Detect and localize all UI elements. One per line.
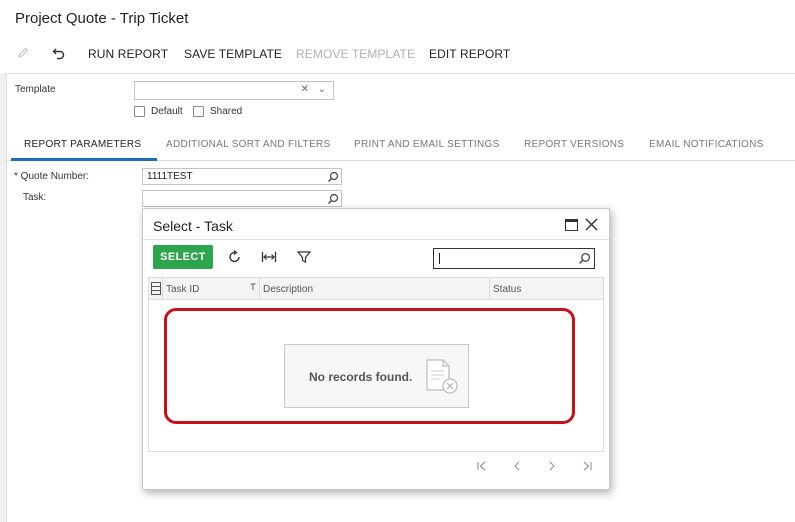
column-settings-icon[interactable] (151, 282, 161, 295)
task-field[interactable] (142, 190, 342, 207)
tab-report-versions[interactable]: REPORT VERSIONS (524, 139, 624, 150)
page-title: Project Quote - Trip Ticket (15, 10, 189, 27)
template-combo[interactable]: ✕ ⌄ (134, 81, 334, 100)
shared-checkbox[interactable] (193, 106, 204, 117)
column-divider[interactable] (259, 278, 260, 300)
col-status[interactable]: Status (493, 284, 521, 295)
dialog-title: Select - Task (153, 218, 233, 234)
task-grid: Task ID Description Status No records fo… (148, 277, 604, 452)
active-tab-indicator (11, 158, 157, 161)
search-icon[interactable] (327, 171, 339, 183)
clear-icon[interactable]: ✕ ⌄ (300, 84, 329, 95)
next-page-icon[interactable] (545, 459, 559, 473)
undo-icon[interactable] (51, 45, 67, 61)
sort-asc-icon[interactable] (250, 283, 256, 291)
search-icon[interactable] (578, 252, 591, 265)
toolbar: RUN REPORT SAVE TEMPLATE REMOVE TEMPLATE… (0, 42, 795, 66)
header-area: Project Quote - Trip Ticket RUN REPORT S… (0, 0, 795, 73)
report-tabs: REPORT PARAMETERS ADDITIONAL SORT AND FI… (7, 131, 795, 161)
dialog-separator (143, 239, 609, 240)
prev-page-icon[interactable] (510, 459, 524, 473)
filter-icon[interactable] (296, 249, 312, 265)
save-template-button[interactable]: SAVE TEMPLATE (184, 47, 282, 61)
tab-email-notifications[interactable]: EMAIL NOTIFICATIONS (649, 139, 764, 150)
task-label: Task: (23, 192, 47, 203)
empty-document-icon (426, 359, 458, 394)
default-label: Default (151, 106, 183, 117)
col-description[interactable]: Description (263, 284, 313, 295)
first-page-icon[interactable] (475, 459, 489, 473)
tab-additional-sort-filters[interactable]: ADDITIONAL SORT AND FILTERS (166, 139, 330, 150)
grid-header: Task ID Description Status (149, 278, 603, 300)
quote-number-value: 1111TEST (147, 171, 193, 182)
no-records-panel: No records found. (284, 344, 469, 408)
select-button[interactable]: SELECT (153, 245, 213, 269)
refresh-icon[interactable] (227, 249, 243, 265)
tab-report-parameters[interactable]: REPORT PARAMETERS (24, 139, 141, 150)
last-page-icon[interactable] (580, 459, 594, 473)
default-checkbox[interactable] (134, 106, 145, 117)
col-task-id[interactable]: Task ID (166, 284, 199, 295)
search-icon[interactable] (327, 193, 339, 205)
fit-columns-icon[interactable] (261, 249, 277, 265)
shared-label: Shared (210, 106, 243, 117)
remove-template-button: REMOVE TEMPLATE (296, 47, 416, 61)
select-task-dialog: Select - Task SELECT Task ID Description… (142, 208, 610, 490)
tab-print-email-settings[interactable]: PRINT AND EMAIL SETTINGS (354, 139, 500, 150)
column-divider[interactable] (489, 278, 490, 300)
column-divider[interactable] (162, 278, 163, 300)
edit-report-button[interactable]: EDIT REPORT (429, 47, 510, 61)
no-records-message: No records found. (309, 370, 413, 384)
close-icon[interactable] (585, 218, 598, 231)
quote-number-field[interactable]: 1111TEST (142, 168, 342, 185)
run-report-button[interactable]: RUN REPORT (88, 47, 168, 61)
dialog-search-input[interactable] (433, 248, 595, 269)
pencil-icon[interactable] (15, 45, 31, 61)
template-label: Template (15, 84, 56, 95)
maximize-icon[interactable] (565, 219, 578, 231)
text-caret (439, 253, 440, 264)
quote-number-label: * Quote Number: (14, 171, 90, 182)
